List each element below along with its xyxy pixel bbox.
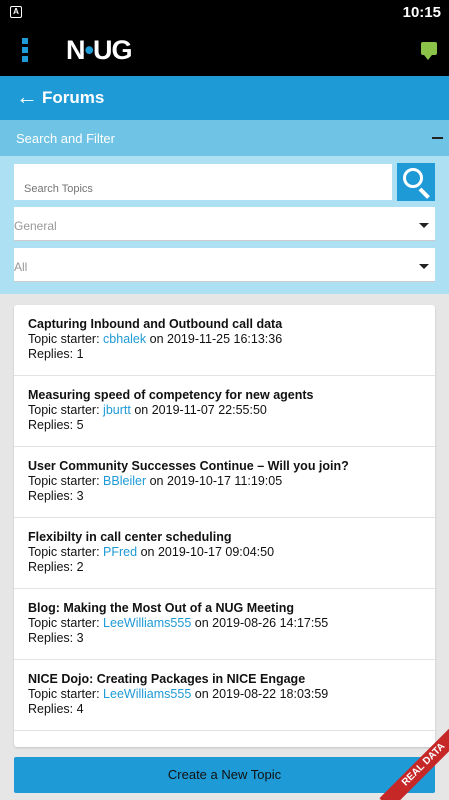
search-filter-header[interactable]: Search and Filter	[0, 120, 449, 156]
collapse-icon[interactable]	[432, 137, 443, 139]
topic-item[interactable]: Blog: Making the Most Out of a NUG Meeti…	[14, 589, 435, 660]
scope-select-value: All	[14, 260, 28, 274]
app-bar: N•UG	[0, 26, 449, 76]
topic-replies: Replies: 4	[28, 702, 84, 716]
topic-starter: Topic starter: PFred on 2019-10-17 09:04…	[28, 545, 275, 559]
notification-icon: A	[10, 6, 22, 18]
topic-user-link[interactable]: BBleiler	[103, 474, 146, 488]
topic-starter: Topic starter: cbhalek on 2019-11-25 16:…	[28, 332, 283, 346]
topic-starter: Topic starter: LeeWilliams555 on 2019-08…	[28, 616, 329, 630]
back-arrow-icon[interactable]: ←	[16, 84, 38, 110]
topic-list: Capturing Inbound and Outbound call data…	[14, 305, 435, 747]
search-icon	[403, 168, 423, 188]
topic-title: Flexibilty in call center scheduling	[28, 530, 232, 544]
topic-replies: Replies: 2	[28, 560, 84, 574]
topic-starter: Topic starter: jburtt on 2019-11-07 22:5…	[28, 403, 267, 417]
topic-replies: Replies: 3	[28, 631, 84, 645]
topic-user-link[interactable]: LeeWilliams555	[103, 687, 191, 701]
topic-title: Capturing Inbound and Outbound call data	[28, 317, 283, 331]
topic-starter: Topic starter: LeeWilliams555 on 2019-08…	[28, 687, 329, 701]
topic-user-link[interactable]: cbhalek	[103, 332, 146, 346]
status-bar: A 10:15	[0, 0, 449, 26]
topic-item[interactable]: Capturing Inbound and Outbound call data…	[14, 305, 435, 376]
dropdown-caret-icon	[419, 264, 429, 269]
topic-title: NICE Dojo: Creating Packages in NICE Eng…	[28, 672, 306, 686]
topic-item[interactable]: User Community Successes Continue – Will…	[14, 447, 435, 518]
topic-item[interactable]: Flexibilty in call center scheduling Top…	[14, 518, 435, 589]
topic-user-link[interactable]: jburtt	[103, 403, 131, 417]
topic-title: Blog: Making the Most Out of a NUG Meeti…	[28, 601, 294, 615]
topic-title: User Community Successes Continue – Will…	[28, 459, 349, 473]
topic-replies: Replies: 1	[28, 347, 84, 361]
create-topic-button[interactable]: Create a New Topic	[14, 757, 435, 793]
category-select[interactable]: General	[14, 207, 435, 241]
topic-user-link[interactable]: PFred	[103, 545, 137, 559]
title-bar: ← Forums	[0, 76, 449, 120]
dropdown-caret-icon	[419, 223, 429, 228]
status-time: 10:15	[402, 4, 441, 21]
filter-panel: General All	[0, 156, 449, 294]
topic-replies: Replies: 3	[28, 489, 84, 503]
topic-user-link[interactable]: LeeWilliams555	[103, 616, 191, 630]
topic-item[interactable]: NICE Dojo: Creating Packages in NICE Eng…	[14, 660, 435, 731]
chat-icon[interactable]	[421, 42, 437, 60]
search-input[interactable]	[14, 164, 392, 200]
topic-item[interactable]: Measuring speed of competency for new ag…	[14, 376, 435, 447]
category-select-value: General	[14, 219, 57, 233]
topic-replies: Replies: 5	[28, 418, 84, 432]
nug-logo: N•UG	[66, 35, 132, 65]
search-filter-label: Search and Filter	[16, 131, 115, 146]
page-title: Forums	[42, 88, 105, 107]
search-button[interactable]	[397, 163, 435, 201]
topic-starter: Topic starter: BBleiler on 2019-10-17 11…	[28, 474, 283, 488]
topic-title: Measuring speed of competency for new ag…	[28, 388, 314, 402]
scope-select[interactable]: All	[14, 248, 435, 282]
menu-icon[interactable]	[18, 38, 32, 64]
